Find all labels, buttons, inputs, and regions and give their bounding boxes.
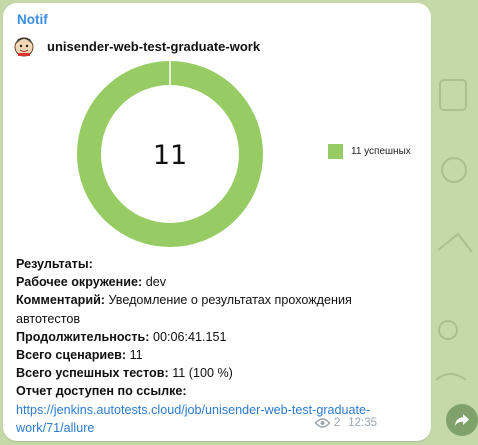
result-donut-chart: 11 (77, 60, 263, 247)
message-meta: 2 12:35 (314, 417, 377, 429)
report-title: unisender-web-test-graduate-work (47, 39, 261, 54)
share-button[interactable] (446, 404, 478, 436)
scenarios-line: Всего сценариев: 11 (16, 348, 143, 363)
eye-icon (314, 418, 330, 428)
background-doodles (435, 79, 473, 381)
comment-line: Комментарий: Уведомление о результатах п… (16, 293, 352, 308)
legend-swatch (328, 144, 343, 159)
report-header: unisender-web-test-graduate-work (13, 35, 413, 59)
share-arrow-icon (455, 414, 469, 426)
chart-legend: 11 успешных (328, 144, 428, 160)
donut-total-label: 11 (153, 140, 187, 171)
jenkins-avatar-icon (14, 37, 34, 57)
environment-line: Рабочее окружение: dev (16, 275, 167, 290)
message-time: 12:35 (348, 417, 377, 429)
legend-label: 11 успешных (351, 146, 411, 157)
passed-tests-line: Всего успешных тестов: 11 (100 %) (16, 366, 233, 381)
sender-name[interactable]: Notif (17, 12, 48, 27)
duration-line: Продолжительность: 00:06:41.151 (16, 329, 227, 344)
results-heading: Результаты: (16, 257, 93, 271)
view-count: 2 (333, 417, 341, 429)
message-text: Результаты: Рабочее окружение: dev Комме… (16, 255, 416, 437)
message-bubble[interactable]: Notif unisender-web-test-graduate-work 1… (3, 3, 431, 441)
report-link-label: Отчет доступен по ссылке: (16, 384, 187, 399)
comment-line-2: автотестов (16, 311, 81, 326)
